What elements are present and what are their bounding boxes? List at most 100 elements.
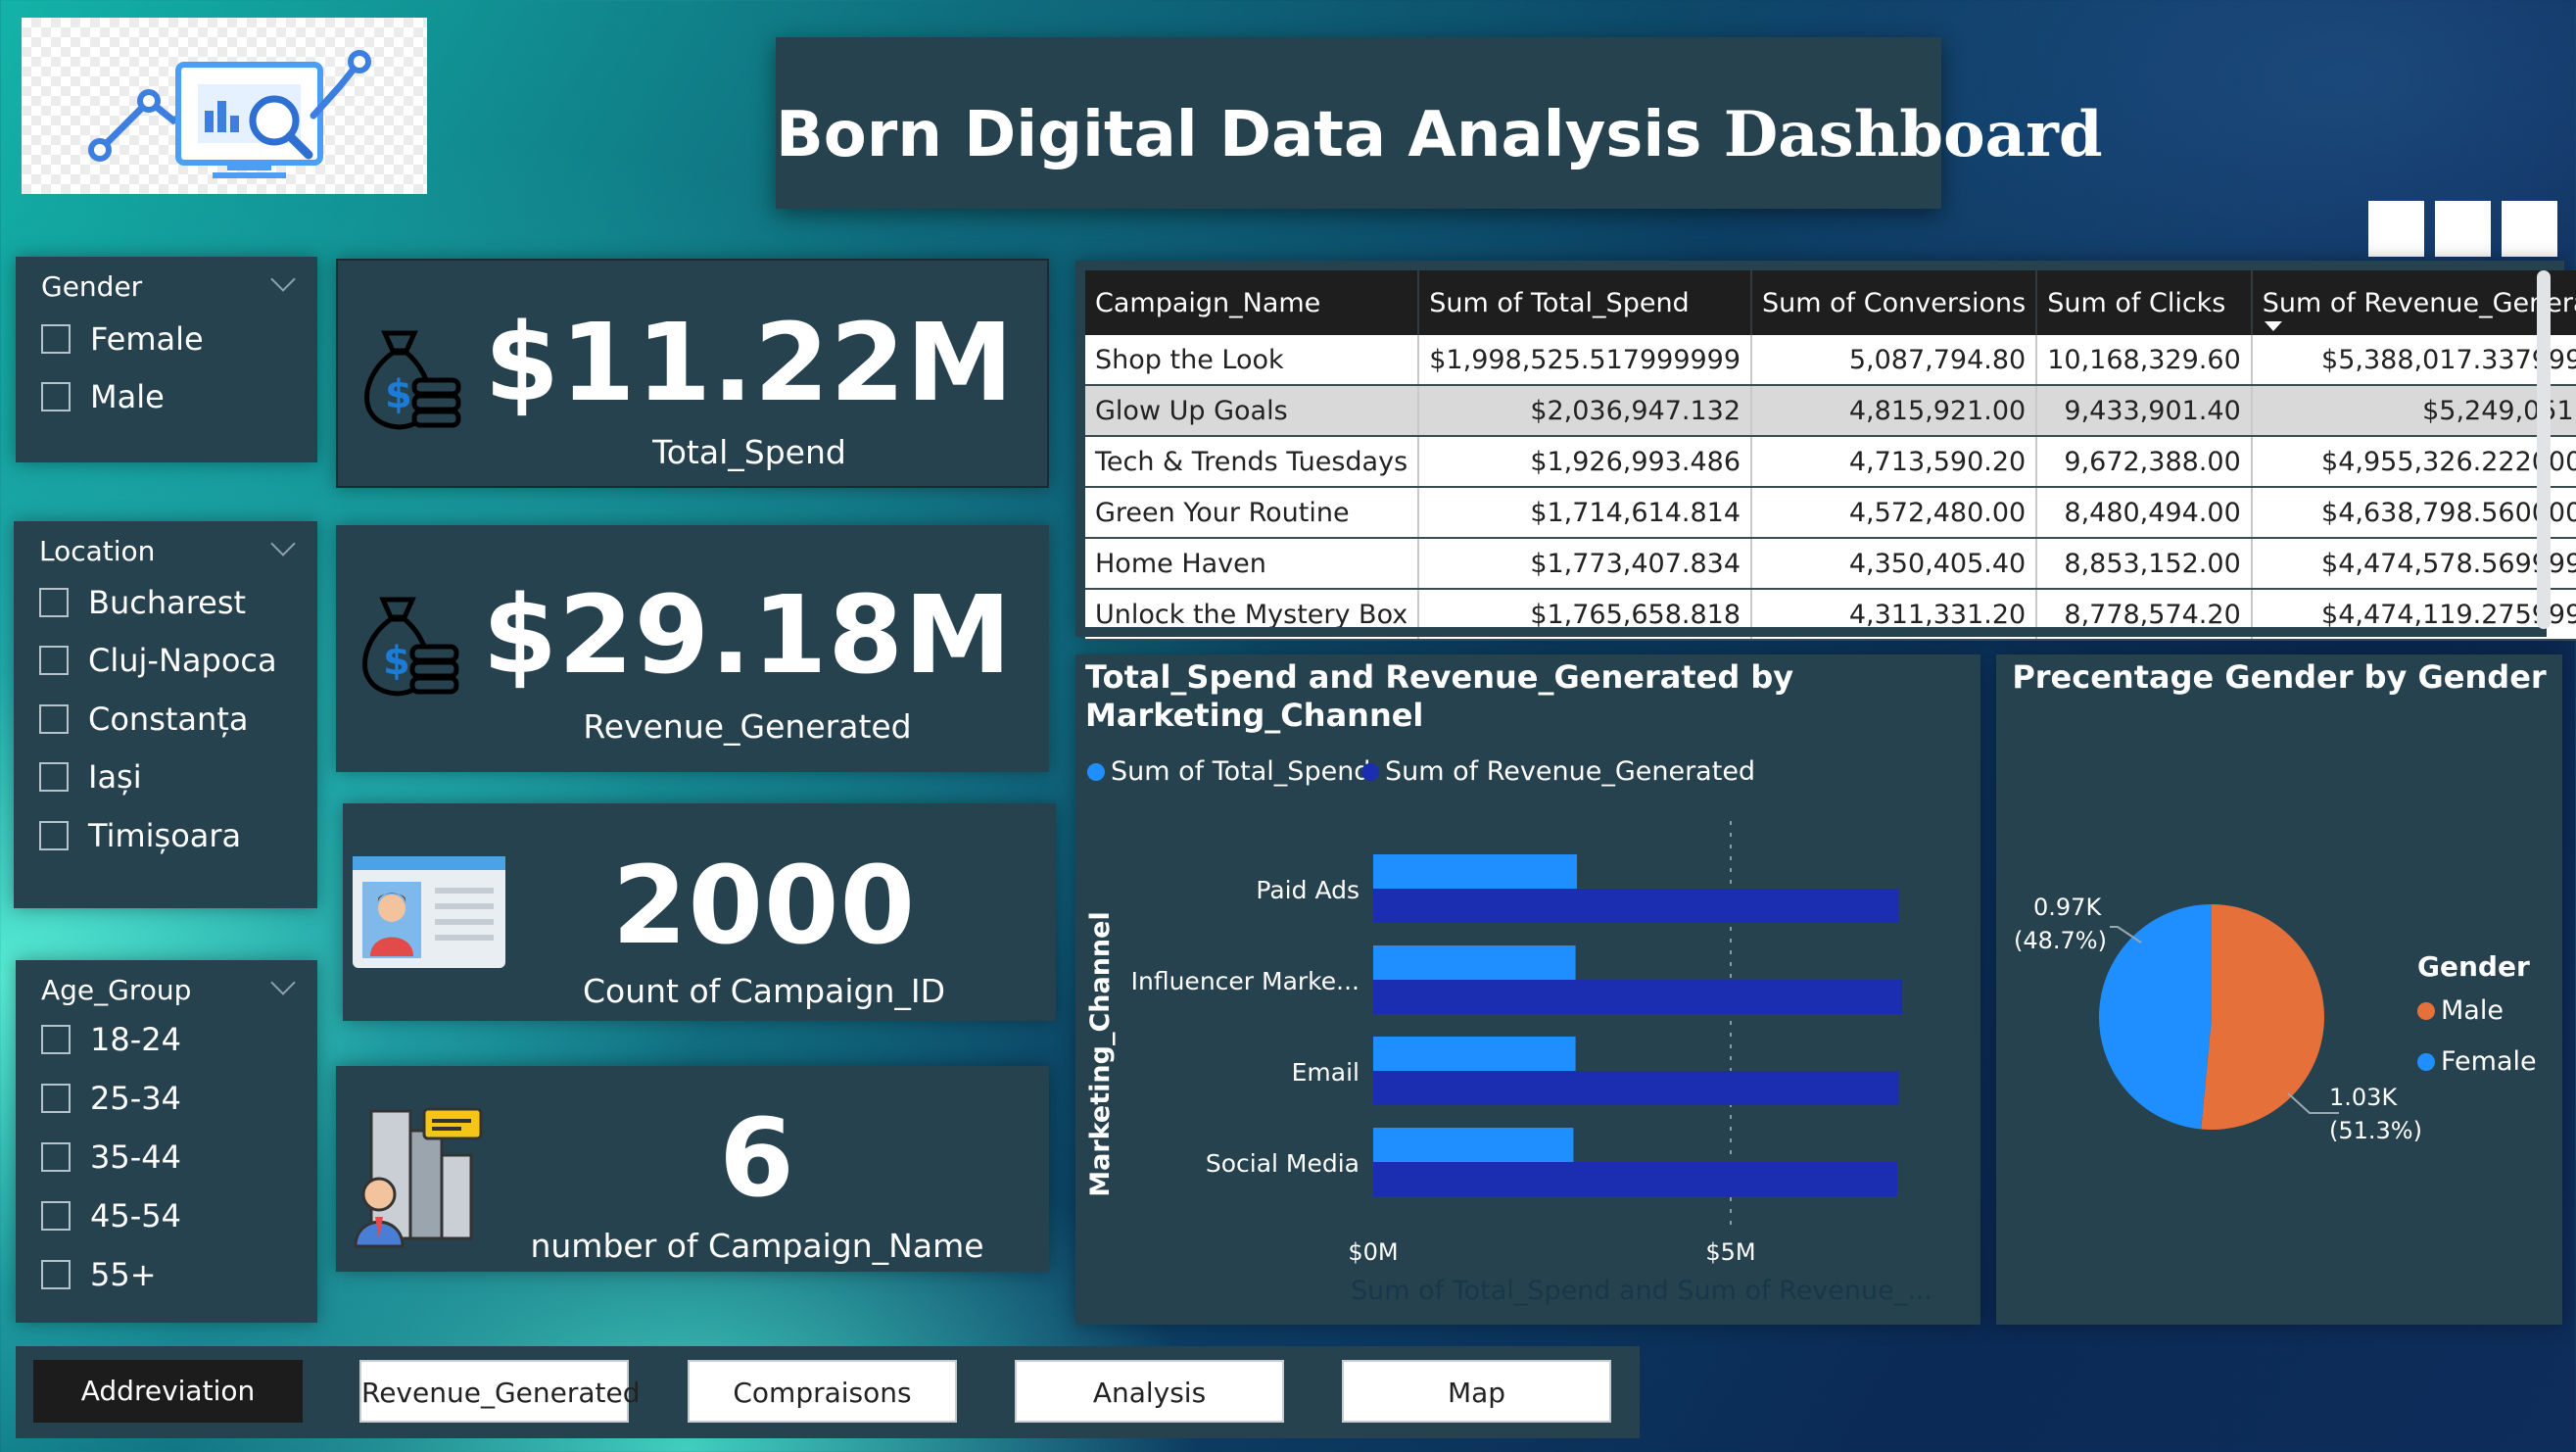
- category-label: Influencer Marke...: [1131, 967, 1360, 995]
- slicer-option-iasi[interactable]: Iași: [39, 758, 142, 796]
- slicer-option-female[interactable]: Female: [41, 320, 204, 358]
- location-slicer: Location Bucharest Cluj-Napoca Constanța…: [14, 521, 317, 908]
- bar[interactable]: [1373, 1037, 1576, 1071]
- checkbox[interactable]: [41, 1084, 71, 1113]
- pie-slice[interactable]: [2099, 904, 2212, 1130]
- tab-map[interactable]: Map: [1342, 1360, 1611, 1423]
- tab-revenue-generated[interactable]: Revenue_Generated: [359, 1360, 640, 1423]
- table-row[interactable]: Tech & Trends Tuesdays $1,926,993.486 4,71…: [1085, 436, 2576, 488]
- x-tick-label: $0M: [1348, 1238, 1398, 1266]
- legend-dot: [1361, 762, 1379, 781]
- slicer-option-55-plus[interactable]: 55+: [41, 1256, 157, 1293]
- legend-item-total-spend[interactable]: Sum of Total_Spend: [1087, 756, 1370, 787]
- chevron-down-icon[interactable]: [270, 531, 296, 557]
- legend-item-male[interactable]: Male: [2417, 995, 2504, 1026]
- slicer-option-timisoara[interactable]: Timișoara: [39, 817, 241, 854]
- checkbox[interactable]: [39, 821, 69, 850]
- dashboard-header: Born Digital Data Analysis Dashboard: [776, 37, 2103, 209]
- slicer-option-18-24[interactable]: 18-24: [41, 1021, 181, 1058]
- kpi-label: Revenue_Generated: [583, 707, 912, 746]
- bar[interactable]: [1373, 1162, 1898, 1196]
- svg-text:$: $: [383, 639, 410, 684]
- toolbar-button-3[interactable]: [2502, 201, 2557, 257]
- category-label: Email: [1292, 1058, 1360, 1087]
- kpi-card-campaign-count: 2000 Count of Campaign_ID: [343, 803, 1056, 1021]
- pie-chart: 1.03K (51.3%) 0.97K (48.7%): [2014, 894, 2422, 1144]
- title-main: Born Digital Data Analysis: [776, 99, 1702, 171]
- tab-analysis[interactable]: Analysis: [1015, 1360, 1284, 1423]
- legend-item-revenue[interactable]: Sum of Revenue_Generated: [1361, 756, 1755, 787]
- column-header[interactable]: Sum of Total_Spend: [1418, 270, 1753, 335]
- slicer-option-35-44[interactable]: 35-44: [41, 1138, 181, 1176]
- kpi-value: $11.22M: [484, 300, 1015, 425]
- dashboard-logo: [22, 18, 427, 194]
- slicer-option-25-34[interactable]: 25-34: [41, 1080, 181, 1117]
- x-axis-title: Sum of Total_Spend and Sum of Revenue_..…: [1351, 1276, 1932, 1306]
- table-bottom-mask: [1077, 627, 2547, 637]
- slicer-option-cluj-napoca[interactable]: Cluj-Napoca: [39, 642, 277, 679]
- gender-pie-chart-panel: Precentage Gender by Gender 1.03K (51.3%)…: [1996, 654, 2562, 1325]
- checkbox[interactable]: [39, 704, 69, 734]
- bar[interactable]: [1373, 945, 1576, 980]
- checkbox[interactable]: [39, 588, 69, 617]
- sort-desc-icon: [2264, 321, 2282, 331]
- category-label: Paid Ads: [1256, 876, 1360, 904]
- kpi-card-revenue: $ $29.18M Revenue_Generated: [336, 525, 1049, 772]
- slicer-option-45-54[interactable]: 45-54: [41, 1197, 181, 1234]
- bar[interactable]: [1373, 854, 1578, 889]
- column-header[interactable]: Campaign_Name: [1085, 270, 1420, 335]
- kpi-label: number of Campaign_Name: [530, 1227, 984, 1265]
- toolbar-button-1[interactable]: [2368, 201, 2424, 257]
- slicer-title: Age_Group: [41, 974, 192, 1006]
- column-header[interactable]: Sum of Conversions: [1751, 270, 2038, 335]
- money-bag-icon: $: [364, 330, 461, 430]
- slicer-option-bucharest[interactable]: Bucharest: [39, 584, 246, 621]
- table-row[interactable]: Home Haven $1,773,407.834 4,350,405.40 8,85…: [1085, 538, 2576, 590]
- column-header-sorted[interactable]: Sum of Revenue_Generated: [2251, 270, 2576, 335]
- pie-slice[interactable]: [2201, 904, 2325, 1130]
- page-title: Born Digital Data Analysis Dashboard: [776, 98, 2103, 171]
- kpi-value: 2000: [611, 843, 917, 968]
- bar[interactable]: [1373, 980, 1903, 1014]
- kpi-label: Total_Spend: [652, 433, 846, 471]
- slicer-option-male[interactable]: Male: [41, 378, 165, 415]
- bar[interactable]: [1373, 889, 1899, 923]
- slice-percent: (51.3%): [2329, 1117, 2422, 1144]
- checkbox[interactable]: [39, 646, 69, 675]
- table-row[interactable]: Glow Up Goals $2,036,947.132 4,815,921.00 9…: [1085, 385, 2576, 437]
- checkbox[interactable]: [41, 324, 71, 354]
- gender-slicer: Gender Female Male: [16, 257, 317, 462]
- chevron-down-icon[interactable]: [270, 266, 296, 292]
- chevron-down-icon[interactable]: [270, 970, 296, 995]
- column-header[interactable]: Sum of Clicks: [2036, 270, 2253, 335]
- checkbox[interactable]: [41, 1201, 71, 1231]
- checkbox[interactable]: [39, 762, 69, 792]
- toolbar-button-2[interactable]: [2435, 201, 2491, 257]
- analytics-logo-icon: [88, 50, 371, 178]
- table-scrollbar[interactable]: [2537, 270, 2551, 629]
- legend-title: Gender: [2417, 950, 2530, 983]
- table-row[interactable]: Green Your Routine $1,714,614.814 4,572,48…: [1085, 487, 2576, 539]
- kpi-value: 6: [719, 1095, 795, 1221]
- checkbox[interactable]: [41, 1142, 71, 1172]
- kpi-value: $29.18M: [482, 572, 1013, 698]
- slice-percent: (48.7%): [2014, 927, 2107, 954]
- x-tick-label: $5M: [1705, 1238, 1755, 1266]
- bar[interactable]: [1373, 1071, 1899, 1105]
- kpi-card-total-spend: $ $11.22M Total_Spend: [336, 259, 1049, 488]
- slicer-title: Location: [39, 535, 156, 567]
- checkbox[interactable]: [41, 382, 71, 411]
- tab-compraisons[interactable]: Compraisons: [688, 1360, 957, 1423]
- kpi-label: Count of Campaign_ID: [582, 972, 946, 1010]
- table-row[interactable]: Shop the Look $1,998,525.517999999 5,087,7…: [1085, 335, 2576, 386]
- legend-item-female[interactable]: Female: [2417, 1046, 2537, 1077]
- kpi-card-campaign-names: 6 number of Campaign_Name: [336, 1066, 1049, 1272]
- slicer-option-constanta[interactable]: Constanța: [39, 701, 248, 738]
- chart-title: Total_Spend and Revenue_Generated by Mar…: [1085, 658, 1794, 734]
- tab-addreviation[interactable]: Addreviation: [33, 1360, 303, 1423]
- title-tail: Dashboard: [1723, 98, 2103, 171]
- checkbox[interactable]: [41, 1025, 71, 1054]
- campaign-table: Campaign_Name Sum of Total_Spend Sum of …: [1085, 270, 2576, 641]
- bar[interactable]: [1373, 1128, 1574, 1162]
- checkbox[interactable]: [41, 1260, 71, 1289]
